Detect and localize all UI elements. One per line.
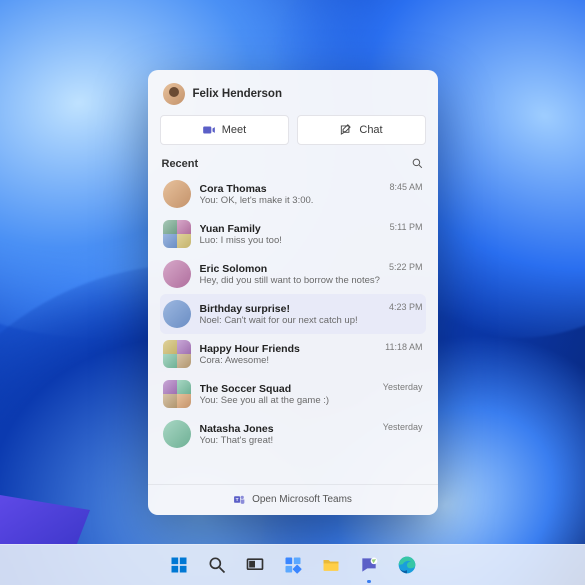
chat-label: Chat (359, 124, 382, 136)
task-view-button[interactable] (243, 553, 267, 577)
conversation-item[interactable]: Happy Hour FriendsCora: Awesome! 11:18 AM (160, 334, 426, 374)
group-avatar (163, 380, 191, 408)
action-row: Meet Chat (160, 115, 426, 145)
meet-button[interactable]: Meet (160, 115, 289, 145)
conversation-preview: You: That's great! (200, 435, 374, 446)
conversation-body: Birthday surprise!Noel: Can't wait for o… (200, 303, 380, 326)
start-button[interactable] (167, 553, 191, 577)
conversation-item[interactable]: Yuan FamilyLuo: I miss you too! 5:11 PM (160, 214, 426, 254)
conversation-name: Happy Hour Friends (200, 343, 377, 355)
conversation-preview: Noel: Can't wait for our next catch up! (200, 315, 380, 326)
conversation-name: Yuan Family (200, 223, 381, 235)
conversation-time: 11:18 AM (385, 342, 422, 352)
conversation-body: Yuan FamilyLuo: I miss you too! (200, 223, 381, 246)
conversation-name: Eric Solomon (200, 263, 380, 275)
conversation-name: The Soccer Squad (200, 383, 374, 395)
conversation-body: Eric SolomonHey, did you still want to b… (200, 263, 380, 286)
conversation-body: Cora ThomasYou: OK, let's make it 3:00. (200, 183, 381, 206)
conversation-name: Birthday surprise! (200, 303, 380, 315)
conversation-preview: Luo: I miss you too! (200, 235, 381, 246)
file-explorer-button[interactable] (319, 553, 343, 577)
chat-button[interactable]: Chat (297, 115, 426, 145)
edge-icon (397, 555, 417, 575)
conversation-name: Natasha Jones (200, 423, 374, 435)
chat-taskbar-button[interactable] (357, 553, 381, 577)
group-avatar (163, 220, 191, 248)
conversation-item[interactable]: Birthday surprise!Noel: Can't wait for o… (160, 294, 426, 334)
conversation-preview: You: See you all at the game :) (200, 395, 374, 406)
chat-flyout: Felix Henderson Meet Chat Recent Cora Th… (148, 70, 438, 515)
user-name: Felix Henderson (193, 88, 282, 100)
profile-row[interactable]: Felix Henderson (160, 82, 426, 115)
conversation-body: Natasha JonesYou: That's great! (200, 423, 374, 446)
conversation-time: 8:45 AM (389, 182, 422, 192)
conversation-preview: You: OK, let's make it 3:00. (200, 195, 381, 206)
folder-icon (321, 555, 341, 575)
widgets-button[interactable] (281, 553, 305, 577)
svg-text:T: T (236, 497, 239, 503)
search-button[interactable] (205, 553, 229, 577)
taskbar (0, 544, 585, 585)
open-teams-link[interactable]: T Open Microsoft Teams (148, 484, 438, 515)
desktop-wallpaper: Felix Henderson Meet Chat Recent Cora Th… (0, 0, 585, 585)
chat-bubble-icon (359, 555, 379, 575)
meet-label: Meet (222, 124, 246, 136)
edge-button[interactable] (395, 553, 419, 577)
compose-icon (339, 123, 353, 137)
open-teams-label: Open Microsoft Teams (252, 494, 352, 505)
teams-icon: T (233, 493, 246, 506)
conversation-item[interactable]: The Soccer SquadYou: See you all at the … (160, 374, 426, 414)
conversation-time: 5:22 PM (389, 262, 423, 272)
conversation-name: Cora Thomas (200, 183, 381, 195)
conversation-preview: Hey, did you still want to borrow the no… (200, 275, 380, 286)
user-avatar (163, 83, 185, 105)
section-header: Recent (160, 157, 426, 174)
video-icon (202, 123, 216, 137)
conversation-item[interactable]: Eric SolomonHey, did you still want to b… (160, 254, 426, 294)
task-view-icon (245, 555, 265, 575)
conversation-body: Happy Hour FriendsCora: Awesome! (200, 343, 377, 366)
conversation-time: Yesterday (383, 422, 423, 432)
search-icon (207, 555, 227, 575)
recent-label: Recent (162, 158, 199, 170)
conversation-body: The Soccer SquadYou: See you all at the … (200, 383, 374, 406)
windows-icon (169, 555, 189, 575)
widgets-icon (283, 555, 303, 575)
conversation-list: Cora ThomasYou: OK, let's make it 3:00. 8… (160, 174, 426, 484)
group-avatar (163, 340, 191, 368)
conversation-time: 5:11 PM (390, 222, 423, 232)
conversation-time: Yesterday (383, 382, 423, 392)
contact-avatar (163, 300, 191, 328)
conversation-item[interactable]: Natasha JonesYou: That's great! Yesterday (160, 414, 426, 454)
contact-avatar (163, 260, 191, 288)
conversation-time: 4:23 PM (389, 302, 423, 312)
conversation-preview: Cora: Awesome! (200, 355, 377, 366)
search-icon[interactable] (411, 157, 424, 170)
conversation-item[interactable]: Cora ThomasYou: OK, let's make it 3:00. 8… (160, 174, 426, 214)
contact-avatar (163, 420, 191, 448)
contact-avatar (163, 180, 191, 208)
